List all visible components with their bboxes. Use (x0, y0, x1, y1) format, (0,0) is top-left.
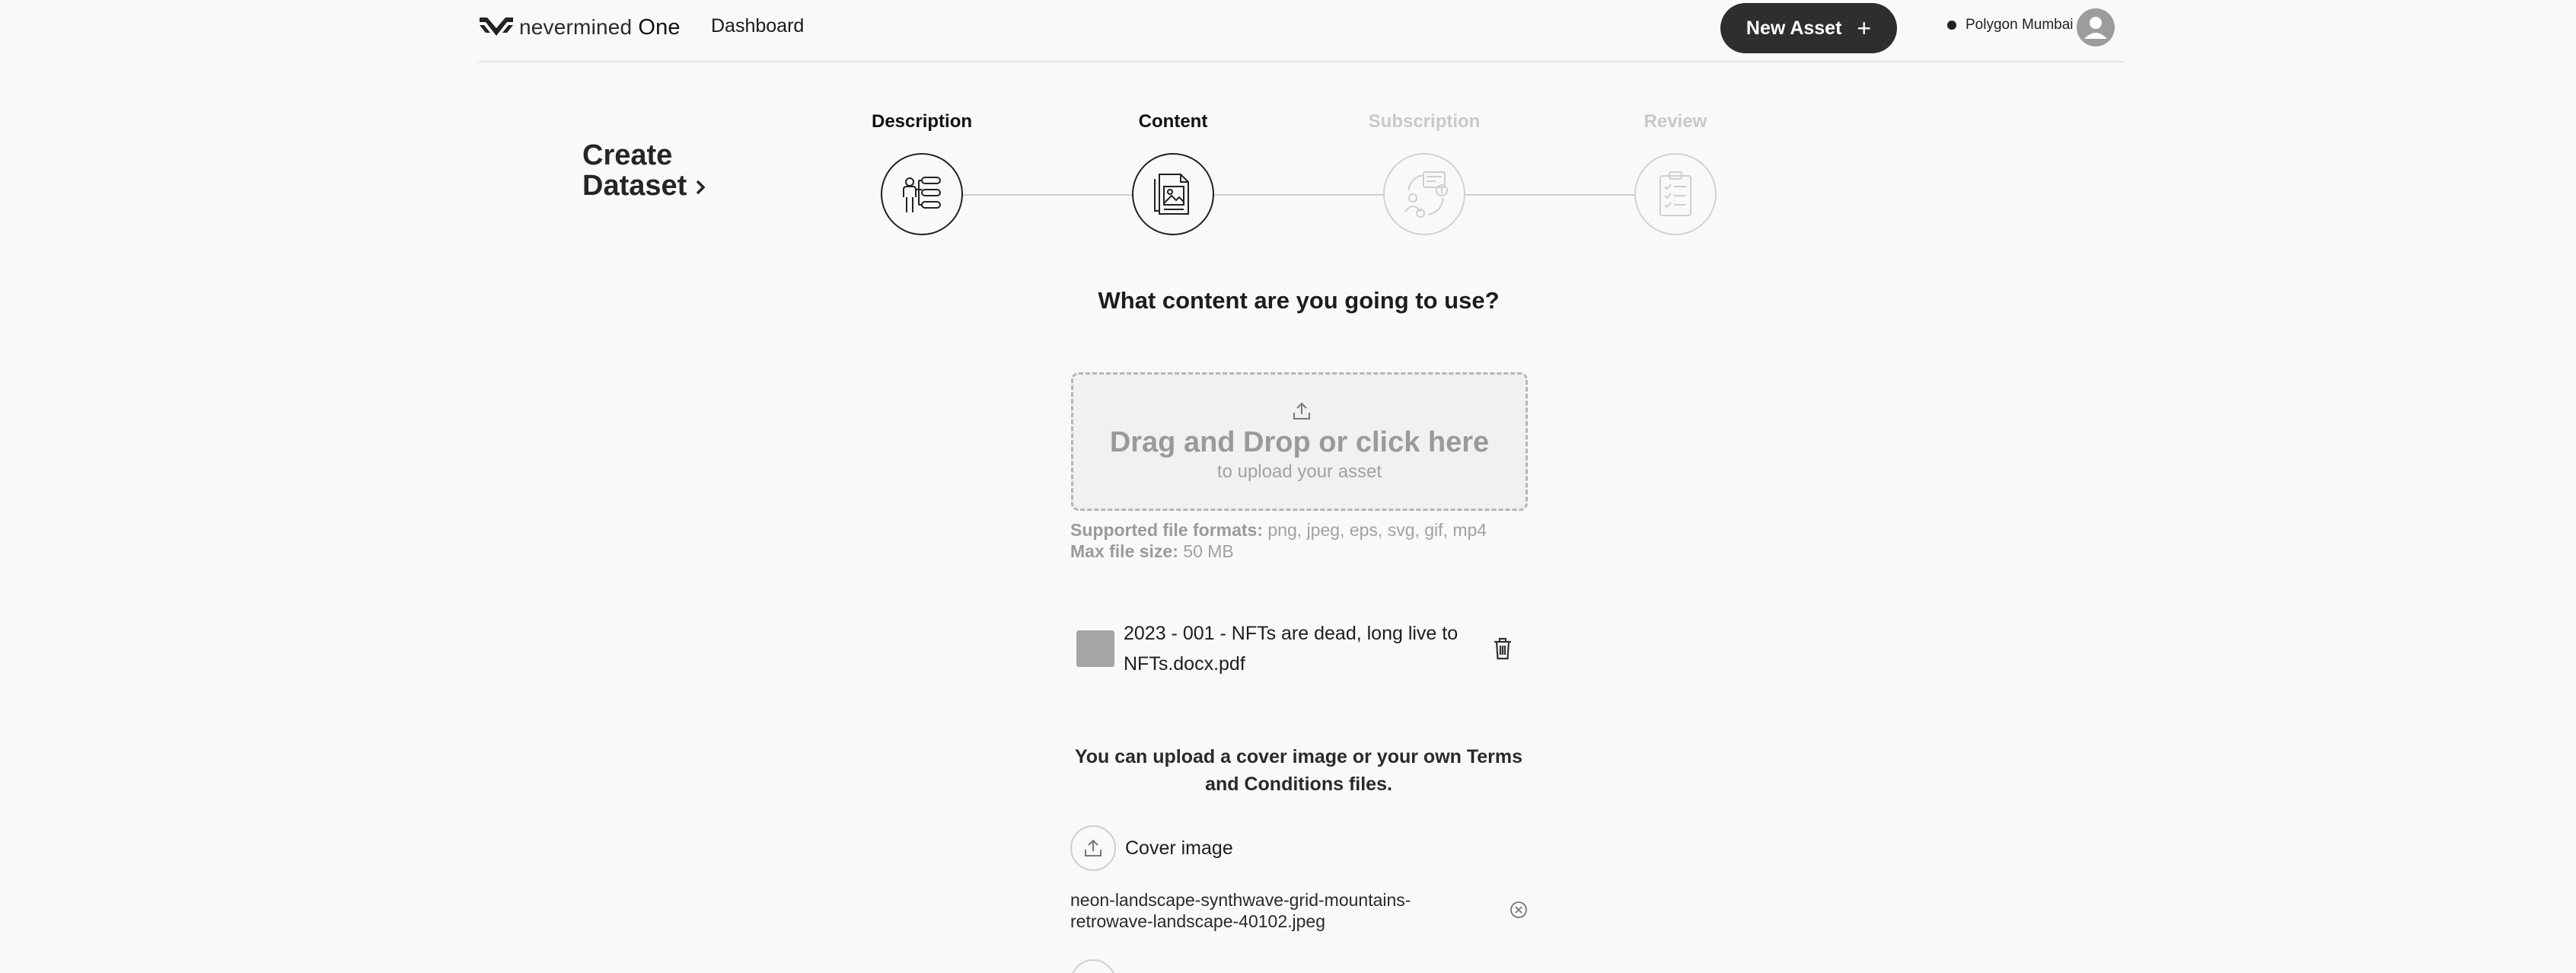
formats-label: Supported file formats: (1070, 520, 1264, 540)
top-header: nevermined One Dashboard New Asset + Poly… (478, 0, 2124, 62)
create-dataset-title[interactable]: Create Dataset (582, 140, 709, 201)
file-dropzone[interactable]: Drag and Drop or click here to upload yo… (1071, 372, 1528, 511)
cover-image-label: Cover image (1125, 837, 1233, 859)
step-connector (963, 194, 1132, 196)
chevron-right-icon (697, 180, 706, 195)
step-label-content: Content (1138, 111, 1208, 132)
cover-image-upload-button[interactable] (1070, 825, 1116, 871)
content-question-heading: What content are you going to use? (1098, 287, 1500, 314)
step-subscription[interactable] (1383, 153, 1465, 235)
upload-icon (1085, 839, 1101, 857)
step-connector (1465, 194, 1634, 196)
step-label-review: Review (1643, 111, 1707, 132)
network-label: Polygon Mumbai (1965, 17, 2074, 33)
brand-suffix: One (638, 14, 681, 40)
dropzone-subtitle: to upload your asset (1216, 461, 1382, 482)
network-status-dot (1947, 21, 1956, 30)
create-title-line1: Create (582, 139, 673, 171)
review-icon (1659, 171, 1691, 216)
uploaded-file-name: 2023 - 001 - NFTs are dead, long live to… (1124, 623, 1459, 675)
plus-icon: + (1857, 14, 1872, 42)
remove-cover-icon[interactable] (1510, 901, 1528, 919)
new-asset-button[interactable]: New Asset + (1720, 3, 1897, 53)
step-label-description: Description (871, 111, 973, 132)
brand-logo[interactable]: nevermined One (478, 11, 681, 44)
app-root: nevermined One Dashboard New Asset + Poly… (0, 0, 2576, 973)
cover-image-row: Cover image (1070, 825, 1233, 871)
cover-image-filename: neon-landscape-synthwave-grid-mountains-… (1070, 890, 1411, 931)
file-thumbnail (1076, 630, 1114, 667)
max-size-value: 50 MB (1183, 541, 1234, 561)
step-connector (1214, 194, 1383, 196)
uploaded-file-item: 2023 - 001 - NFTs are dead, long live to… (1076, 618, 1518, 679)
network-indicator[interactable]: Polygon Mumbai (1947, 17, 2074, 33)
step-review[interactable] (1634, 153, 1717, 235)
terms-upload-button[interactable] (1070, 959, 1116, 973)
content-icon (1154, 174, 1189, 215)
cover-upload-hint: You can upload a cover image or your own… (1074, 746, 1523, 795)
dropzone-title: Drag and Drop or click here (1109, 426, 1490, 458)
step-label-subscription: Subscription (1368, 111, 1481, 132)
trash-icon[interactable] (1492, 636, 1513, 661)
upload-icon (1293, 402, 1310, 420)
step-description[interactable] (881, 153, 963, 235)
nav-dashboard-link[interactable]: Dashboard (711, 15, 804, 37)
create-title-line2: Dataset (582, 170, 687, 202)
description-icon (903, 177, 941, 212)
brand-name-text: nevermined (519, 14, 633, 39)
subscription-icon (1404, 171, 1448, 218)
brand-name: nevermined One (519, 15, 681, 40)
file-requirements: Supported file formats: png, jpeg, eps, … (1070, 519, 1487, 562)
max-size-label: Max file size: (1070, 541, 1178, 561)
new-asset-label: New Asset (1745, 17, 1842, 39)
step-content[interactable] (1132, 153, 1214, 235)
user-avatar-icon[interactable] (2077, 8, 2115, 46)
nevermined-logo-icon (480, 18, 513, 36)
formats-value: png, jpeg, eps, svg, gif, mp4 (1267, 520, 1487, 540)
